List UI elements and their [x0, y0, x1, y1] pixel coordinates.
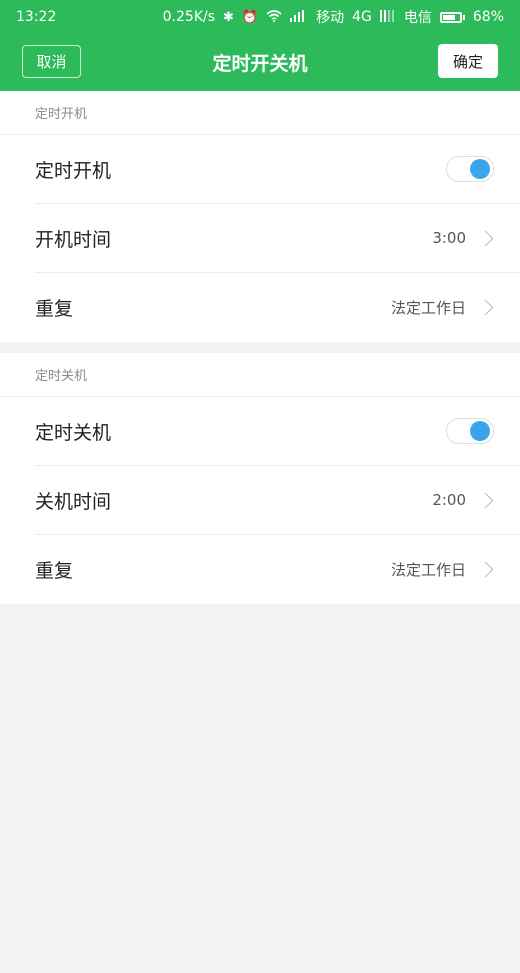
page-title: 定时开关机	[212, 53, 308, 75]
status-bar: 13:22 0.25K/s ✱ ⏰ 移动 4G 电信 68%	[0, 0, 520, 34]
alarm-icon: ⏰	[241, 9, 259, 25]
chevron-right-icon	[477, 230, 494, 246]
chevron-right-icon	[477, 299, 494, 316]
power-off-repeat-label: 重复	[35, 560, 74, 582]
carrier-2: 电信	[403, 10, 432, 26]
power-off-toggle-label: 定时关机	[35, 421, 112, 444]
power-on-time-row[interactable]: 开机时间 3:00	[35, 204, 520, 273]
power-on-toggle-label: 定时开机	[35, 159, 112, 182]
toggle-knob	[470, 421, 490, 441]
chevron-right-icon	[477, 561, 494, 578]
power-on-time-value: 3:00	[432, 229, 466, 247]
power-on-time-label: 开机时间	[35, 228, 112, 251]
network-type: 4G	[352, 9, 372, 25]
wifi-icon	[266, 9, 282, 25]
power-off-repeat-row[interactable]: 重复 法定工作日	[35, 535, 520, 604]
cancel-button[interactable]: 取消	[22, 45, 81, 78]
section-title-power-on: 定时开机	[0, 91, 520, 135]
toggle-knob	[470, 159, 490, 179]
power-off-time-value: 2:00	[432, 491, 466, 509]
battery-icon	[439, 11, 465, 23]
power-on-repeat-value: 法定工作日	[390, 299, 466, 317]
power-on-repeat-row[interactable]: 重复 法定工作日	[35, 273, 520, 342]
power-off-toggle-row[interactable]: 定时关机	[35, 397, 520, 466]
title-bar: 取消 定时开关机 确定	[0, 34, 520, 91]
power-on-repeat-label: 重复	[35, 298, 74, 320]
power-on-section: 定时开机 定时开机 开机时间 3:00 重复 法定工作日	[0, 91, 520, 342]
power-off-time-label: 关机时间	[35, 490, 112, 513]
section-title-power-off: 定时关机	[0, 353, 520, 397]
confirm-button[interactable]: 确定	[438, 44, 498, 78]
status-time: 13:22	[16, 9, 57, 25]
bluetooth-icon: ✱	[223, 9, 234, 25]
power-off-toggle[interactable]	[446, 418, 494, 444]
power-off-section: 定时关机 定时关机 关机时间 2:00 重复 法定工作日	[0, 353, 520, 604]
signal-icon	[290, 9, 308, 25]
status-indicators: 0.25K/s ✱ ⏰ 移动 4G 电信 68%	[163, 7, 504, 27]
carrier-1: 移动	[316, 10, 345, 26]
power-off-repeat-value: 法定工作日	[390, 561, 466, 579]
power-on-toggle[interactable]	[446, 156, 494, 182]
battery-level: 68%	[472, 9, 504, 25]
signal-icon-2	[379, 9, 396, 25]
chevron-right-icon	[477, 492, 494, 508]
power-on-toggle-row[interactable]: 定时开机	[35, 135, 520, 204]
network-speed: 0.25K/s	[162, 9, 216, 25]
power-off-time-row[interactable]: 关机时间 2:00	[35, 466, 520, 535]
